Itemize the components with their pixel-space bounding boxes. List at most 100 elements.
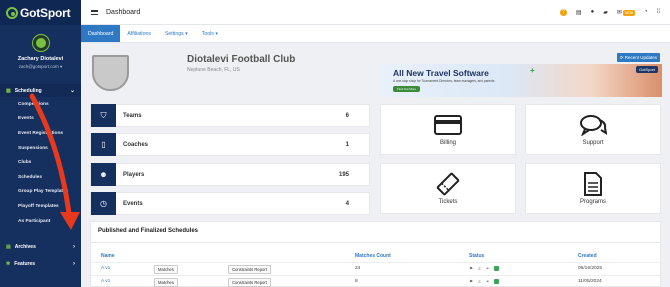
constraints-report-button[interactable]: Constraints Report	[228, 265, 271, 274]
sidebar-item-as-participant[interactable]: As Participant	[0, 214, 81, 229]
menu-icon[interactable]	[91, 9, 98, 15]
tab-affiliations[interactable]: Affiliations	[120, 25, 158, 42]
main-content: Diotalevi Football Club Neptune Beach, F…	[81, 43, 670, 287]
gotsport-logo[interactable]: GotSport	[0, 0, 81, 25]
sidebar-item-competitions[interactable]: Competitions	[0, 97, 81, 112]
column-header-status[interactable]: Status	[469, 253, 484, 259]
published-status-icon	[494, 279, 500, 284]
matches-count: 24	[355, 266, 361, 271]
stat-card-coaches[interactable]: ▯ Coaches 1	[90, 133, 370, 156]
sidebar-item-clubs[interactable]: Clubs	[0, 155, 81, 170]
sidebar-item-events[interactable]: Events	[0, 112, 81, 127]
avatar[interactable]	[31, 34, 50, 52]
new-badge: NEW	[622, 9, 636, 16]
club-header: Diotalevi Football Club Neptune Beach, F…	[81, 43, 670, 100]
table-row: A v1 Matches Constraints Report 8 ⚑ ≡ ⚭ 11…	[91, 275, 660, 287]
stat-label: Events	[123, 200, 143, 207]
stat-value: 195	[338, 171, 349, 178]
tile-tickets[interactable]: Tickets	[380, 163, 516, 214]
flag-icon[interactable]: ⚑	[469, 266, 473, 272]
flag-icon[interactable]: ⚑	[469, 279, 473, 285]
top-icons: ? ▤ ● ▰ ✉ NEW ◔ ⁞⁞	[559, 8, 660, 16]
tile-label: Programs	[579, 198, 606, 205]
tab-settings[interactable]: Settings ▾	[158, 25, 195, 42]
user-email-text: zach@gotsport.com	[18, 64, 59, 69]
sidebar-group-features[interactable]: ✱ Features ›	[0, 257, 81, 270]
column-header-matches-count[interactable]: Matches Count	[355, 253, 391, 259]
grid-list-icon[interactable]: ▤	[576, 9, 582, 16]
column-header-name[interactable]: Name	[101, 253, 115, 259]
matches-button[interactable]: Matches	[154, 278, 178, 287]
schedule-name-link[interactable]: A v1	[101, 266, 110, 271]
inbox-icon[interactable]: ▰	[603, 9, 608, 16]
matches-button[interactable]: Matches	[154, 265, 178, 274]
schedule-name-link[interactable]: A v1	[101, 279, 110, 284]
list-icon[interactable]: ≡	[478, 279, 481, 285]
list-icon[interactable]: ≡	[478, 266, 481, 272]
sidebar-group-label: Scheduling	[14, 87, 42, 94]
sidebar-item-event-registrations[interactable]: Event Registrations	[0, 126, 81, 141]
user-name: Zachary Diotalevi	[17, 56, 64, 62]
users-icon: ☻	[91, 163, 116, 186]
sidebar-group-label: Archives	[14, 243, 36, 250]
tile-billing[interactable]: Billing	[380, 104, 516, 155]
created-date: 11/05/2024	[578, 279, 602, 284]
user-email[interactable]: zach@gotsport.com ▾	[0, 64, 81, 70]
chevron-down-icon: ⌄	[69, 88, 75, 94]
column-header-created[interactable]: Created	[578, 253, 597, 259]
credit-card-icon	[434, 114, 462, 136]
user-icon[interactable]: ●	[591, 9, 595, 15]
sidebar-item-suspensions[interactable]: Suspensions	[0, 141, 81, 156]
star-icon: ✱	[6, 260, 11, 267]
logo-text: GotSport	[20, 5, 71, 20]
tile-support[interactable]: Support	[525, 104, 661, 155]
tab-settings-label: Settings	[164, 30, 184, 37]
stat-card-players[interactable]: ☻ Players 195	[90, 163, 370, 186]
published-status-icon	[494, 266, 500, 271]
club-shield-placeholder	[92, 55, 129, 91]
travel-software-banner[interactable]: All New Travel Software + A one-stop sho…	[380, 64, 662, 97]
stat-card-events[interactable]: ◷ Events 4	[90, 192, 370, 215]
tab-tools[interactable]: Tools ▾	[195, 25, 225, 42]
stat-value: 6	[345, 112, 349, 119]
apps-grid-icon[interactable]: ⁞⁞	[657, 9, 660, 15]
sidebar-group-archives[interactable]: ▤ Archives ›	[0, 240, 81, 253]
recent-updates-button[interactable]: ⟳ Recent Updates	[616, 53, 660, 62]
page-title: Dashboard	[106, 8, 141, 16]
sidebar-item-group-play-templates[interactable]: Group Play Templates	[0, 185, 81, 200]
sidebar-lower: ▤ Archives › ✱ Features ›	[0, 240, 81, 270]
stat-value: 4	[345, 200, 349, 207]
link-icon[interactable]: ⚭	[486, 279, 490, 285]
stat-value: 1	[345, 141, 349, 148]
shield-icon: ⛉	[91, 104, 116, 127]
club-name: Diotalevi Football Club	[187, 54, 296, 65]
clipboard-icon: ▯	[91, 133, 116, 156]
sidebar-item-schedules[interactable]: Schedules	[0, 170, 81, 185]
mail-icon[interactable]: ✉ NEW	[617, 9, 636, 16]
tile-programs[interactable]: Programs	[525, 163, 661, 214]
link-icon[interactable]: ⚭	[486, 266, 490, 272]
banner-button[interactable]: Find Out More	[393, 86, 421, 92]
constraints-report-button[interactable]: Constraints Report	[228, 278, 271, 287]
tab-tools-label: Tools	[201, 30, 214, 37]
top-bar: Dashboard ? ▤ ● ▰ ✉ NEW ◔ ⁞⁞	[81, 0, 670, 25]
table-row: A v1 Matches Constraints Report 24 ⚑ ≡ ⚭ 0…	[91, 262, 660, 275]
caret-down-icon: ▾	[185, 30, 188, 37]
chevron-right-icon: ›	[73, 243, 75, 250]
stat-card-teams[interactable]: ⛉ Teams 6	[90, 104, 370, 127]
calendar-icon: ▦	[6, 87, 11, 94]
sidebar-group-scheduling[interactable]: ▦ Scheduling ⌄	[0, 84, 81, 97]
clock-icon: ◷	[91, 192, 116, 215]
stat-label: Teams	[123, 112, 142, 119]
help-icon[interactable]: ?	[559, 8, 567, 16]
created-date: 06/16/2025	[578, 266, 603, 271]
tab-dashboard[interactable]: Dashboard	[81, 25, 121, 42]
club-location: Neptune Beach, FL, US	[187, 67, 240, 73]
chat-icon[interactable]: ◔	[644, 9, 648, 15]
club-crest-icon	[35, 38, 46, 48]
sidebar-item-playoff-templates[interactable]: Playoff Templates	[0, 199, 81, 214]
plus-icon: +	[530, 66, 535, 75]
ticket-icon	[436, 172, 460, 195]
tile-label: Tickets	[438, 198, 458, 205]
sidebar-nav: ▦ Scheduling ⌄ Competitions Events Event…	[0, 84, 81, 228]
